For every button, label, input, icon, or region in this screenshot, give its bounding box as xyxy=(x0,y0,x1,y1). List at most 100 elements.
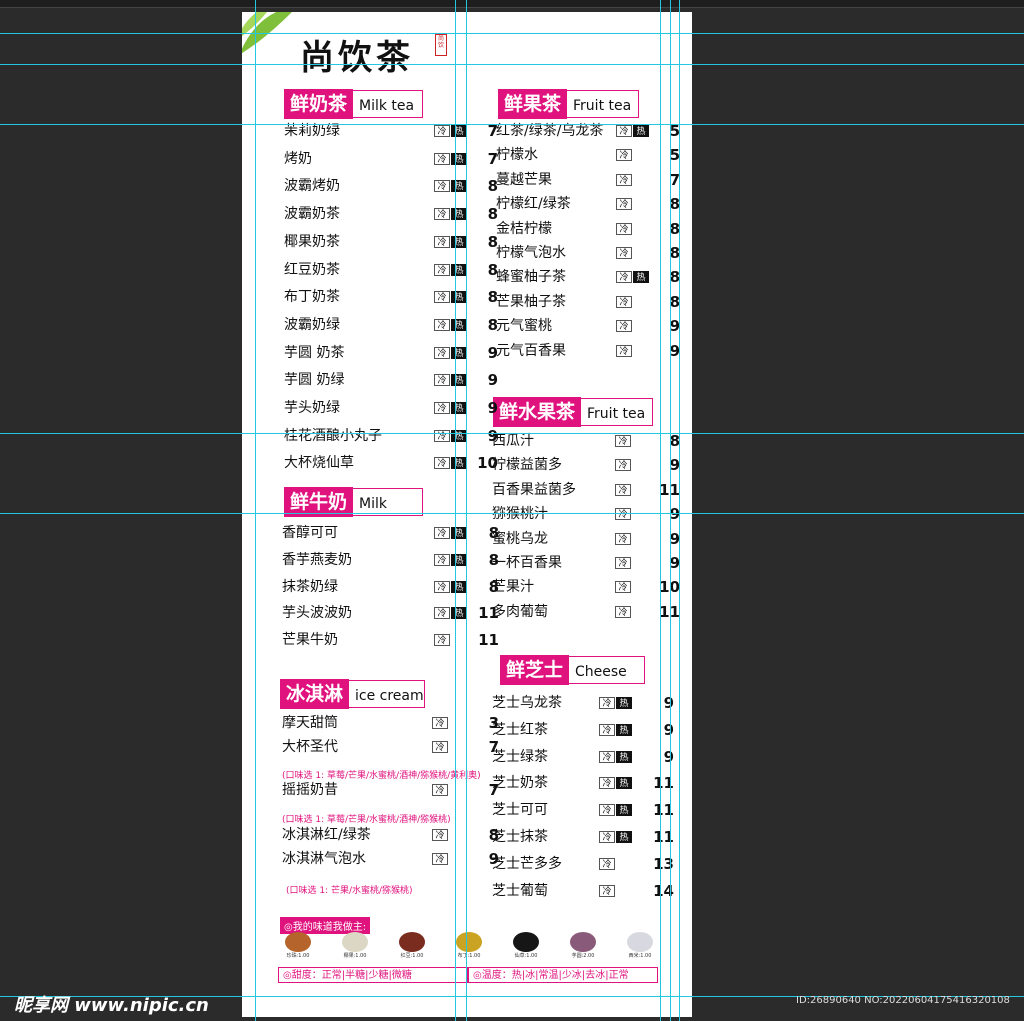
menu-item-name: 香芋燕麦奶 xyxy=(282,551,352,568)
section-header-fruit-tea: 鲜果茶 Fruit tea xyxy=(498,89,640,119)
temperature-tags: 冷 xyxy=(616,198,632,211)
cold-tag: 冷 xyxy=(434,152,450,165)
cold-tag: 冷 xyxy=(599,857,615,870)
leaf-decoration xyxy=(242,12,292,54)
hot-tag: 热 xyxy=(451,527,467,539)
temperature-tags: 冷 xyxy=(432,741,448,753)
menu-item-name: 抹茶奶绿 xyxy=(282,578,338,595)
menu-item: 柠檬红/绿茶冷 8 xyxy=(496,193,682,215)
cold-tag: 冷 xyxy=(616,295,632,308)
temperature-tags: 冷热 xyxy=(434,291,467,304)
menu-item-name: 百香果益菌多 xyxy=(492,481,576,498)
cold-tag: 冷 xyxy=(615,581,631,594)
section-title-en: Milk tea xyxy=(353,90,424,118)
section-title-en: Milk xyxy=(353,488,424,516)
cold-tag: 冷 xyxy=(434,235,450,248)
section-header-ice-cream: 冰淇淋 ice cream xyxy=(280,679,426,709)
guide-line-vertical xyxy=(255,0,256,1021)
section-title-cn: 冰淇淋 xyxy=(280,679,350,709)
menu-item: 芝士奶茶冷热 11 xyxy=(492,772,676,794)
temperature-tags: 冷热 xyxy=(434,125,467,137)
menu-item-price: 8 xyxy=(487,205,498,224)
menu-item: 冰淇淋红/绿茶冷 8 xyxy=(282,824,501,846)
temperature-tags: 冷 xyxy=(432,717,448,729)
cold-tag: 冷 xyxy=(616,198,632,211)
topping-image xyxy=(456,932,482,952)
temperature-tags: 冷 xyxy=(432,784,448,796)
hot-tag: 热 xyxy=(451,180,467,193)
menu-item: 芒果柚子茶冷 8 xyxy=(496,291,682,313)
hot-tag: 热 xyxy=(451,580,467,593)
menu-item: 冰淇淋气泡水冷 9 xyxy=(282,848,501,870)
topping-item: 西米:1.00 xyxy=(618,932,662,959)
cold-tag: 冷 xyxy=(616,320,632,333)
menu-item: 芋头波波奶冷热 11 xyxy=(282,602,501,624)
menu-item: 桂花酒酿小丸子冷热 9 xyxy=(284,425,500,447)
menu-item-name: 柠檬水 xyxy=(496,147,538,164)
cold-tag: 冷 xyxy=(615,483,631,496)
menu-item: 芝士可可冷热 11 xyxy=(492,799,676,821)
menu-item: 猕猴桃汁冷 9 xyxy=(492,503,682,525)
menu-item-name: 大杯烧仙草 xyxy=(284,455,354,472)
menu-item-name: 芝士红茶 xyxy=(492,721,548,738)
guide-line-horizontal xyxy=(0,433,1024,434)
menu-item-name: 芒果牛奶 xyxy=(282,632,338,649)
cold-tag: 冷 xyxy=(434,208,450,221)
cold-tag: 冷 xyxy=(616,222,632,235)
section-header-cheese: 鲜芝士 Cheese xyxy=(500,655,646,685)
menu-item: 大杯烧仙草冷热 10 xyxy=(284,452,500,474)
menu-item: 金桔柠檬冷 8 xyxy=(496,218,682,240)
cold-tag: 冷 xyxy=(616,247,632,259)
topping-image xyxy=(627,932,653,952)
menu-item-name: 芝士奶茶 xyxy=(492,775,548,792)
section-title-cn: 鲜果茶 xyxy=(498,89,568,119)
cold-tag: 冷 xyxy=(434,402,450,414)
section-title-en: Cheese xyxy=(569,656,646,684)
cold-tag: 冷 xyxy=(599,777,615,790)
cold-tag: 冷 xyxy=(434,263,450,276)
menu-item: 芋头奶绿 冷热 9 xyxy=(284,397,500,419)
cold-tag: 冷 xyxy=(434,527,450,539)
hot-tag: 热 xyxy=(451,263,467,276)
menu-item: 摩天甜筒冷 3 xyxy=(282,712,501,734)
temperature-tags: 冷热 xyxy=(434,235,467,248)
cold-tag: 冷 xyxy=(434,607,450,620)
menu-item-name: 摩天甜筒 xyxy=(282,715,338,731)
topping-price-label: 仙草:1.00 xyxy=(514,953,538,959)
topping-price-label: 布丁:1.00 xyxy=(457,953,481,959)
top-ruler xyxy=(0,0,1024,8)
cold-tag: 冷 xyxy=(434,374,450,387)
hot-tag: 热 xyxy=(451,553,467,566)
guide-line-vertical xyxy=(455,0,456,1021)
menu-item: 柠檬水冷 5 xyxy=(496,144,682,166)
menu-item: 布丁奶茶 冷热 8 xyxy=(284,286,500,308)
menu-item: 抹茶奶绿冷热 8 xyxy=(282,576,501,598)
guide-line-vertical xyxy=(466,0,467,1021)
temperature-tags: 冷 xyxy=(616,222,632,235)
menu-item-name: 柠檬益菌多 xyxy=(492,457,562,474)
temperature-tags: 冷热 xyxy=(599,804,632,817)
menu-item-name: 一杯百香果 xyxy=(492,555,562,571)
menu-item: 椰果奶茶 冷热 8 xyxy=(284,231,500,253)
menu-item-name: 芝士葡萄 xyxy=(492,882,548,899)
flavor-note: (口味选 1: 草莓/芒果/水蜜桃/酒神/猕猴桃) xyxy=(282,815,451,825)
topping-price-label: 红豆:1.00 xyxy=(400,953,424,959)
menu-item: 芒果汁冷10 xyxy=(492,576,682,598)
menu-item: 蜜桃乌龙冷 9 xyxy=(492,528,682,550)
temperature-tags: 冷热 xyxy=(599,750,632,763)
cold-tag: 冷 xyxy=(432,829,448,841)
menu-item: 百香果益菌多冷11 xyxy=(492,479,682,501)
temperature-tags: 冷热 xyxy=(434,402,467,414)
menu-item-name: 摇摇奶昔 xyxy=(282,782,338,798)
menu-item-price: 8 xyxy=(487,315,498,334)
cold-tag: 冷 xyxy=(615,605,631,618)
hot-tag: 热 xyxy=(616,723,632,736)
hot-tag: 热 xyxy=(616,831,632,843)
menu-item-name: 芝士抹茶 xyxy=(492,829,548,845)
hot-tag: 热 xyxy=(633,271,649,284)
temperature-tags: 冷热 xyxy=(434,527,467,539)
menu-item: 大杯圣代冷 7 xyxy=(282,736,501,758)
menu-item-name: 芝士绿茶 xyxy=(492,748,548,765)
menu-item: 红豆奶茶 冷热 8 xyxy=(284,259,500,281)
menu-item-name: 芋圆 奶绿 xyxy=(284,372,345,389)
